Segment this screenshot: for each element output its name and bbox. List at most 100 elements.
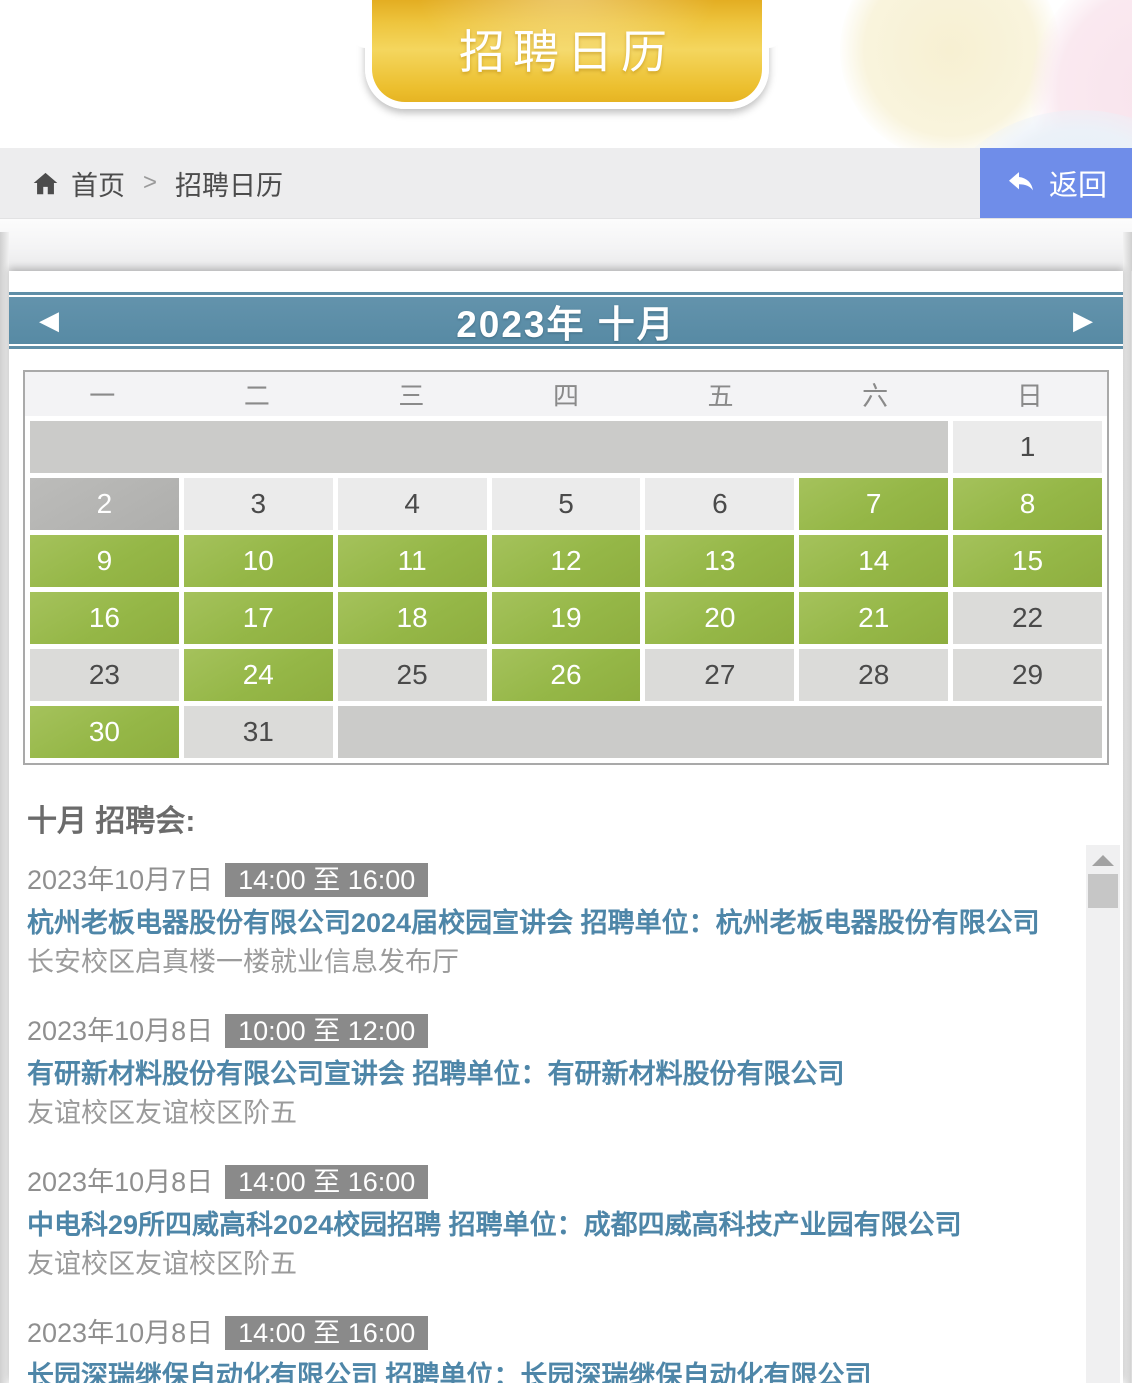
breadcrumb: 首页 > 招聘日历 [0,164,283,203]
calendar-empty-cell [30,421,948,473]
event-date-row: 2023年10月7日 14:00 至 16:00 [27,862,1123,898]
calendar-day-4[interactable]: 4 [338,478,487,530]
weekday-label: 一 [25,372,180,416]
calendar-week-row: 1 [30,421,1102,473]
calendar-day-19[interactable]: 19 [492,592,641,644]
weekday-label: 日 [952,372,1107,416]
calendar-day-9[interactable]: 9 [30,535,179,587]
event-date-row: 2023年10月8日 14:00 至 16:00 [27,1315,1123,1351]
weekday-label: 六 [798,372,953,416]
event-time-badge: 14:00 至 16:00 [225,863,428,897]
event-location: 友谊校区友谊校区阶五 [27,1246,1123,1282]
event-title-link[interactable]: 有研新材料股份有限公司宣讲会 招聘单位：有研新材料股份有限公司 [27,1056,1123,1092]
weekday-label: 五 [643,372,798,416]
calendar-day-20[interactable]: 20 [645,592,794,644]
events-section-heading: 十月 招聘会: [27,796,1123,840]
calendar-day-30[interactable]: 30 [30,706,179,758]
event-date-row: 2023年10月8日 14:00 至 16:00 [27,1164,1123,1200]
prev-month-button[interactable]: ◀ [39,297,59,344]
event-time-badge: 10:00 至 12:00 [225,1014,428,1048]
event-date: 2023年10月8日 [27,1318,213,1348]
calendar-day-18[interactable]: 18 [338,592,487,644]
home-icon [32,170,59,197]
weekday-label: 三 [334,372,489,416]
calendar-day-28[interactable]: 28 [799,649,948,701]
breadcrumb-current: 招聘日历 [175,164,283,203]
back-button-label: 返回 [1049,162,1107,204]
calendar-day-8[interactable]: 8 [953,478,1102,530]
page-shade [0,219,1132,271]
calendar-day-27[interactable]: 27 [645,649,794,701]
event-title-link[interactable]: 杭州老板电器股份有限公司2024届校园宣讲会 招聘单位：杭州老板电器股份有限公司 [27,905,1123,941]
calendar-day-31[interactable]: 31 [184,706,333,758]
left-page-edge [0,232,9,1383]
calendar-day-13[interactable]: 13 [645,535,794,587]
back-button[interactable]: 返回 [980,148,1132,218]
event-location: 长安校区启真楼一楼就业信息发布厅 [27,944,1123,980]
calendar-week-row: 2345678 [30,478,1102,530]
calendar-month-title: 2023年 十月 [456,294,676,348]
event-title-link[interactable]: 中电科29所四威高科2024校园招聘 招聘单位：成都四威高科技产业园有限公司 [27,1207,1123,1243]
weekday-label: 四 [489,372,644,416]
events-scrollbar[interactable] [1086,845,1120,1383]
calendar-day-17[interactable]: 17 [184,592,333,644]
calendar-day-29[interactable]: 29 [953,649,1102,701]
calendar-day-16[interactable]: 16 [30,592,179,644]
calendar-day-1[interactable]: 1 [953,421,1102,473]
breadcrumb-separator: > [139,169,161,197]
content-card: ◀ 2023年 十月 ▶ 一二三四五六日 1234567891011121314… [9,271,1123,1383]
calendar-grid: 一二三四五六日 12345678910111213141516171819202… [23,370,1109,765]
events-list: 2023年10月7日 14:00 至 16:00 杭州老板电器股份有限公司2024… [9,862,1123,1383]
scrollbar-thumb[interactable] [1088,874,1118,908]
back-arrow-icon [1005,167,1037,199]
calendar-day-25[interactable]: 25 [338,649,487,701]
page-banner: 招聘日历 [365,0,769,109]
calendar-day-24[interactable]: 24 [184,649,333,701]
breadcrumb-home-label[interactable]: 首页 [71,164,125,203]
calendar-day-5[interactable]: 5 [492,478,641,530]
calendar-header-bar: ◀ 2023年 十月 ▶ [9,297,1123,344]
calendar-day-3[interactable]: 3 [184,478,333,530]
event-date: 2023年10月7日 [27,865,213,895]
event-item: 2023年10月8日 10:00 至 12:00 有研新材料股份有限公司宣讲会 招… [27,1013,1123,1131]
calendar-header: ◀ 2023年 十月 ▶ [9,292,1123,349]
event-title-link[interactable]: 长园深瑞继保自动化有限公司 招聘单位：长园深瑞继保自动化有限公司 [27,1358,1123,1383]
calendar-week-row: 23242526272829 [30,649,1102,701]
calendar-day-12[interactable]: 12 [492,535,641,587]
page-title: 招聘日历 [459,6,675,82]
event-date: 2023年10月8日 [27,1016,213,1046]
breadcrumb-home-link[interactable]: 首页 [32,164,125,203]
calendar-day-7[interactable]: 7 [799,478,948,530]
recruitment-calendar-page: 招聘日历 首页 > 招聘日历 返回 ◀ 2023年 十月 ▶ [0,0,1132,1383]
calendar-day-6[interactable]: 6 [645,478,794,530]
calendar-week-row: 9101112131415 [30,535,1102,587]
scrollbar-up-arrow-icon[interactable] [1092,855,1114,866]
calendar-day-14[interactable]: 14 [799,535,948,587]
event-item: 2023年10月8日 14:00 至 16:00 中电科29所四威高科2024校园… [27,1164,1123,1282]
calendar-day-15[interactable]: 15 [953,535,1102,587]
calendar-empty-cell [338,706,1102,758]
calendar-day-26[interactable]: 26 [492,649,641,701]
chevron-left-icon: ◀ [39,305,59,336]
calendar-day-2[interactable]: 2 [30,478,179,530]
event-item: 2023年10月7日 14:00 至 16:00 杭州老板电器股份有限公司2024… [27,862,1123,980]
event-time-badge: 14:00 至 16:00 [225,1316,428,1350]
event-date-row: 2023年10月8日 10:00 至 12:00 [27,1013,1123,1049]
weekday-label: 二 [180,372,335,416]
event-item: 2023年10月8日 14:00 至 16:00 长园深瑞继保自动化有限公司 招聘… [27,1315,1123,1383]
next-month-button[interactable]: ▶ [1073,297,1093,344]
chevron-right-icon: ▶ [1073,305,1093,336]
calendar-day-21[interactable]: 21 [799,592,948,644]
calendar-week-row: 3031 [30,706,1102,758]
calendar-day-23[interactable]: 23 [30,649,179,701]
calendar-day-10[interactable]: 10 [184,535,333,587]
calendar-day-22[interactable]: 22 [953,592,1102,644]
weekday-header-row: 一二三四五六日 [25,372,1107,416]
event-location: 友谊校区友谊校区阶五 [27,1095,1123,1131]
calendar-day-rows: 1234567891011121314151617181920212223242… [25,416,1107,763]
event-time-badge: 14:00 至 16:00 [225,1165,428,1199]
calendar-week-row: 16171819202122 [30,592,1102,644]
event-date: 2023年10月8日 [27,1167,213,1197]
calendar-day-11[interactable]: 11 [338,535,487,587]
breadcrumb-bar: 首页 > 招聘日历 返回 [0,148,1132,219]
